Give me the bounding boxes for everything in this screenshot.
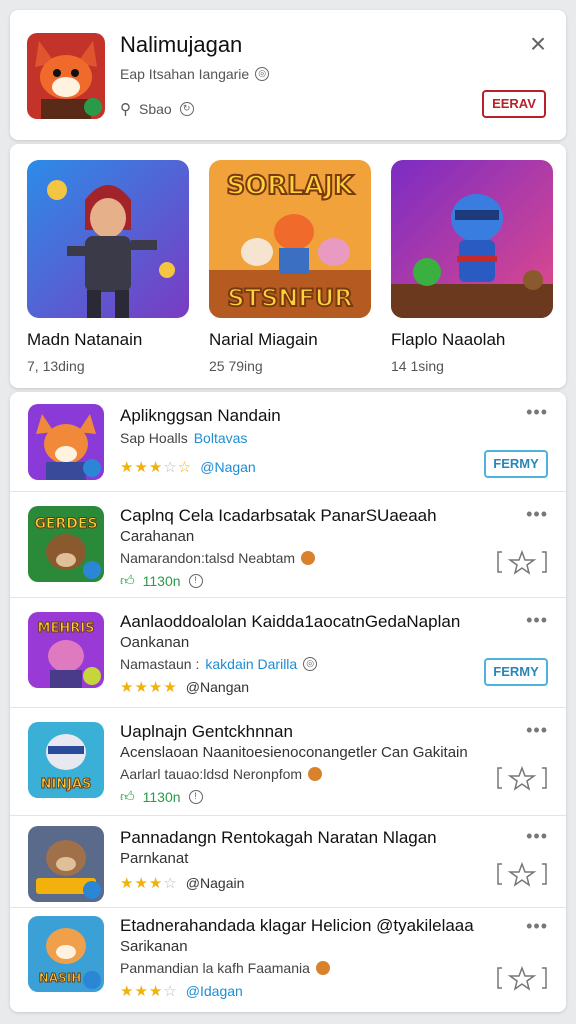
more-options-icon[interactable]: ••• [526, 402, 548, 423]
app-description: Aarlarl tauao:ldsd Neronpfom [120, 766, 323, 782]
app-icon-nasih[interactable]: NASIH [28, 916, 104, 992]
featured-image-squad[interactable]: SORLAJK STSNFUR [209, 160, 371, 318]
app-subtitle: Carahanan [120, 528, 195, 545]
app-title: Pannadangn Rentokagah Naratan Nlagan [120, 828, 437, 847]
app-subtitle: Sarikanan [120, 938, 188, 955]
featured-image-ninja[interactable] [391, 160, 553, 318]
app-rating: ★★★☆ @Idagan [120, 983, 243, 1000]
rating-stars: ★★★★ [120, 679, 178, 696]
featured-name: Narial Miagain [209, 330, 318, 349]
app-subtitle: Parnkanat [120, 850, 189, 867]
rating-stars: ★★★☆ [120, 875, 178, 892]
clock-icon: ↻ [179, 102, 194, 116]
favorite-star-icon[interactable] [496, 764, 548, 792]
featured-count: 25 79ing [209, 358, 263, 374]
list-item[interactable]: NASIH Etadnerahandada klagar Helicion @t… [10, 908, 566, 1012]
more-options-icon[interactable]: ••• [526, 720, 548, 741]
app-description: Namarandon:talsd Neabtam [120, 550, 316, 566]
favorite-star-icon[interactable] [496, 964, 548, 992]
rating-stars: ★★★☆ [120, 983, 178, 1000]
app-icon-sloth[interactable] [28, 826, 104, 902]
app-title: Uaplnajn Gentckhnnan [120, 722, 293, 741]
app-icon-mehris[interactable]: MEHRIS [28, 612, 104, 688]
app-list: Apliknggsan Nandain Sap Hoalls Boltavas … [10, 392, 566, 1012]
featured-section: Madn Natanain 7, 13ding SORLAJK STSNFUR … [10, 144, 566, 388]
app-subtitle: Acenslaoan Naanitoesienoconangetler Can … [120, 744, 468, 761]
close-icon[interactable]: × [524, 30, 552, 58]
thumbs-up-icon: 👍︎ [120, 788, 135, 804]
info-icon[interactable]: ◎ [255, 67, 270, 81]
list-item[interactable]: GERDES Caplnq Cela Icadarbsatak PanarSUa… [10, 492, 566, 598]
badge-icon [315, 961, 330, 975]
list-item[interactable]: Pannadangn Rentokagah Naratan Nlagan Par… [10, 816, 566, 908]
info-icon: ◎ [303, 657, 318, 671]
app-rating: ★★★★ @Nangan [120, 679, 250, 696]
app-icon-fox-purple[interactable] [28, 404, 104, 480]
more-options-icon[interactable]: ••• [526, 916, 548, 937]
app-downloads: 👍︎ 1130n ! [120, 572, 203, 589]
favorite-star-icon[interactable] [496, 548, 548, 576]
featured-count: 7, 13ding [27, 358, 85, 374]
app-title: Nalimujagan [120, 32, 243, 57]
featured-image-warrior[interactable] [27, 160, 189, 318]
more-options-icon[interactable]: ••• [526, 610, 548, 631]
app-subtitle: Oankanan [120, 634, 190, 651]
more-options-icon[interactable]: ••• [526, 826, 548, 847]
list-item[interactable]: Apliknggsan Nandain Sap Hoalls Boltavas … [10, 392, 566, 492]
badge-icon [301, 551, 316, 565]
svg-text:NINJAS: NINJAS [41, 777, 92, 792]
featured-name: Flaplo Naaolah [391, 330, 506, 349]
app-icon-gerdes[interactable]: GERDES [28, 506, 104, 582]
featured-item[interactable]: Flaplo Naaolah 14 1sing [391, 160, 553, 374]
app-subtitle: Sap Hoalls Boltavas [120, 430, 248, 446]
app-rating: ★★★☆☆ @Nagan [120, 459, 256, 476]
rating-stars: ★★★☆☆ [120, 459, 193, 476]
app-title: Etadnerahandada klagar Helicion @tyakile… [120, 916, 474, 935]
app-description: Panmandian la kafh Faamania [120, 960, 330, 976]
svg-text:NASIH: NASIH [39, 971, 81, 985]
app-title: Apliknggsan Nandain [120, 406, 281, 425]
clock-icon: ! [188, 789, 203, 804]
install-button[interactable]: FERMY [484, 658, 548, 686]
install-button[interactable]: FERMY [484, 450, 548, 478]
featured-count: 14 1sing [391, 358, 444, 374]
featured-name: Madn Natanain [27, 330, 143, 349]
app-meta: ⚲ Sbao ↻ [120, 100, 194, 118]
svg-text:STSNFUR: STSNFUR [227, 284, 352, 312]
thumbs-up-icon: 👍︎ [120, 572, 135, 588]
svg-text:GERDES: GERDES [34, 516, 97, 532]
svg-text:MEHRIS: MEHRIS [38, 621, 95, 636]
featured-item[interactable]: SORLAJK STSNFUR Narial Miagain 25 79ing [209, 160, 371, 374]
svg-text:SORLAJK: SORLAJK [226, 171, 354, 201]
clock-icon: ! [188, 573, 203, 588]
app-title: Caplnq Cela Icadarbsatak PanarSUaeaah [120, 506, 437, 525]
app-title: Aanlaoddoalolan Kaidda1aocatnGedaNaplan [120, 612, 461, 631]
app-icon-fox[interactable] [27, 33, 105, 119]
app-icon-ninjas[interactable]: NINJAS [28, 722, 104, 798]
app-downloads: 👍︎ 1130n ! [120, 788, 203, 805]
header-action-button[interactable]: EERAV [482, 90, 546, 118]
badge-icon [308, 767, 323, 781]
list-item[interactable]: NINJAS Uaplnajn Gentckhnnan Acenslaoan N… [10, 708, 566, 816]
featured-item[interactable]: Madn Natanain 7, 13ding [27, 160, 189, 374]
app-header-card: Nalimujagan Eap Itsahan Iangarie ◎ ⚲ Sba… [10, 10, 566, 140]
list-item[interactable]: MEHRIS Aanlaoddoalolan Kaidda1aocatnGeda… [10, 598, 566, 708]
app-description: Namastaun : kakdain Darilla ◎ [120, 656, 318, 672]
app-rating: ★★★☆ @Nagain [120, 875, 245, 892]
more-options-icon[interactable]: ••• [526, 504, 548, 525]
app-subtitle: Eap Itsahan Iangarie ◎ [120, 66, 270, 82]
search-icon: ⚲ [120, 101, 131, 118]
favorite-star-icon[interactable] [496, 860, 548, 888]
